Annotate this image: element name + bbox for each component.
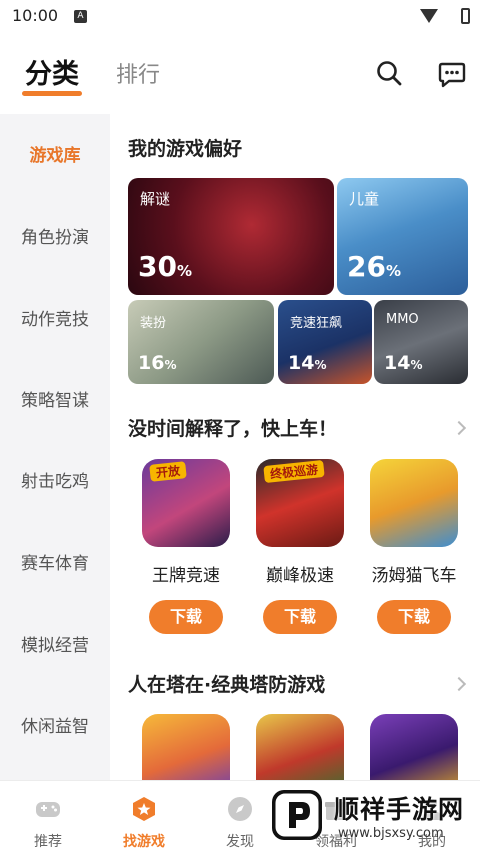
pref-card-percent: 26%	[347, 250, 401, 283]
game-card[interactable]: 汤姆猫飞车 下载	[364, 459, 464, 634]
site-watermark: 顺祥手游网 www.bjsxsy.com	[270, 790, 480, 850]
main-content: 我的游戏偏好 解谜 30% 儿童 26% 装扮 16% 竞速狂飙 14% MMO…	[110, 114, 480, 780]
chat-icon[interactable]	[438, 60, 466, 88]
battery-icon	[461, 8, 470, 24]
pref-card-puzzle[interactable]: 解谜 30%	[128, 178, 334, 295]
chevron-right-icon[interactable]	[451, 676, 467, 692]
game-name: 王牌竞速	[152, 566, 220, 586]
sidebar-item-game-library[interactable]: 游戏库	[0, 136, 110, 176]
game-icon[interactable]	[370, 459, 458, 547]
game-name: 巅峰极速	[266, 566, 334, 586]
game-badge: 终极巡游	[263, 459, 325, 484]
wifi-icon	[420, 9, 438, 23]
pref-card-percent: 30%	[138, 250, 192, 283]
watermark-url: www.bjsxsy.com	[338, 826, 444, 841]
sidebar-item-shooter[interactable]: 射击吃鸡	[0, 462, 110, 502]
pref-card-percent: 14%	[384, 352, 423, 374]
tower-section-title: 人在塔在·经典塔防游戏	[128, 674, 326, 696]
nav-recommend[interactable]: 推荐	[0, 781, 96, 853]
pref-card-label: 儿童	[349, 190, 380, 208]
pref-card-mmo[interactable]: MMO 14%	[374, 300, 468, 384]
quick-section-title: 没时间解释了，快上车！	[128, 418, 338, 440]
game-icon[interactable]	[142, 714, 230, 780]
status-bar: 10:00 A	[0, 0, 480, 34]
top-header: 分类 排行	[0, 34, 480, 114]
sidebar-item-rpg[interactable]: 角色扮演	[0, 218, 110, 258]
game-card[interactable]: 终极巡游 巅峰极速 下载	[250, 459, 350, 634]
gamepad-icon	[36, 802, 60, 817]
watermark-title: 顺祥手游网	[334, 795, 465, 824]
game-icon[interactable]	[370, 714, 458, 780]
pref-card-label: 竞速狂飙	[290, 316, 343, 331]
game-icon[interactable]: 开放	[142, 459, 230, 547]
download-button[interactable]: 下载	[263, 600, 337, 634]
compass-icon	[228, 797, 252, 821]
sidebar-item-strategy[interactable]: 策略智谋	[0, 381, 110, 421]
tab-category[interactable]: 分类	[25, 52, 79, 91]
game-badge: 开放	[149, 461, 187, 482]
pref-card-racing[interactable]: 竞速狂飙 14%	[278, 300, 372, 384]
nav-find-game[interactable]: 找游戏	[96, 781, 192, 853]
preferences-title: 我的游戏偏好	[128, 138, 243, 160]
pref-card-dressup[interactable]: 装扮 16%	[128, 300, 274, 384]
tab-active-indicator	[22, 91, 82, 96]
pref-card-percent: 16%	[138, 352, 177, 374]
nav-label: 找游戏	[123, 834, 165, 850]
watermark-logo-icon	[272, 790, 322, 840]
sidebar-item-casual[interactable]: 休闲益智	[0, 707, 110, 747]
pref-card-label: MMO	[386, 312, 419, 327]
chevron-right-icon[interactable]	[451, 420, 467, 436]
status-time: 10:00	[12, 6, 59, 25]
game-card[interactable]: 开放 王牌竞速 下载	[136, 459, 236, 634]
download-button[interactable]: 下载	[377, 600, 451, 634]
category-sidebar: 游戏库 角色扮演 动作竞技 策略智谋 射击吃鸡 赛车体育 模拟经营 休闲益智	[0, 114, 110, 780]
notification-a-icon: A	[74, 10, 87, 23]
pref-card-label: 装扮	[140, 316, 167, 331]
sidebar-item-simulation[interactable]: 模拟经营	[0, 626, 110, 666]
game-icon[interactable]	[256, 714, 344, 780]
download-button[interactable]: 下载	[149, 600, 223, 634]
pref-card-label: 解谜	[140, 190, 171, 208]
sidebar-item-action[interactable]: 动作竞技	[0, 300, 110, 340]
nav-label: 推荐	[34, 834, 62, 850]
pref-card-kids[interactable]: 儿童 26%	[337, 178, 468, 295]
hexagon-star-icon	[133, 797, 155, 821]
sidebar-item-racing-sports[interactable]: 赛车体育	[0, 544, 110, 584]
search-icon[interactable]	[376, 60, 402, 86]
pref-card-percent: 14%	[288, 352, 327, 374]
game-icon[interactable]: 终极巡游	[256, 459, 344, 547]
tab-ranking[interactable]: 排行	[116, 57, 160, 89]
game-name: 汤姆猫飞车	[371, 566, 457, 586]
